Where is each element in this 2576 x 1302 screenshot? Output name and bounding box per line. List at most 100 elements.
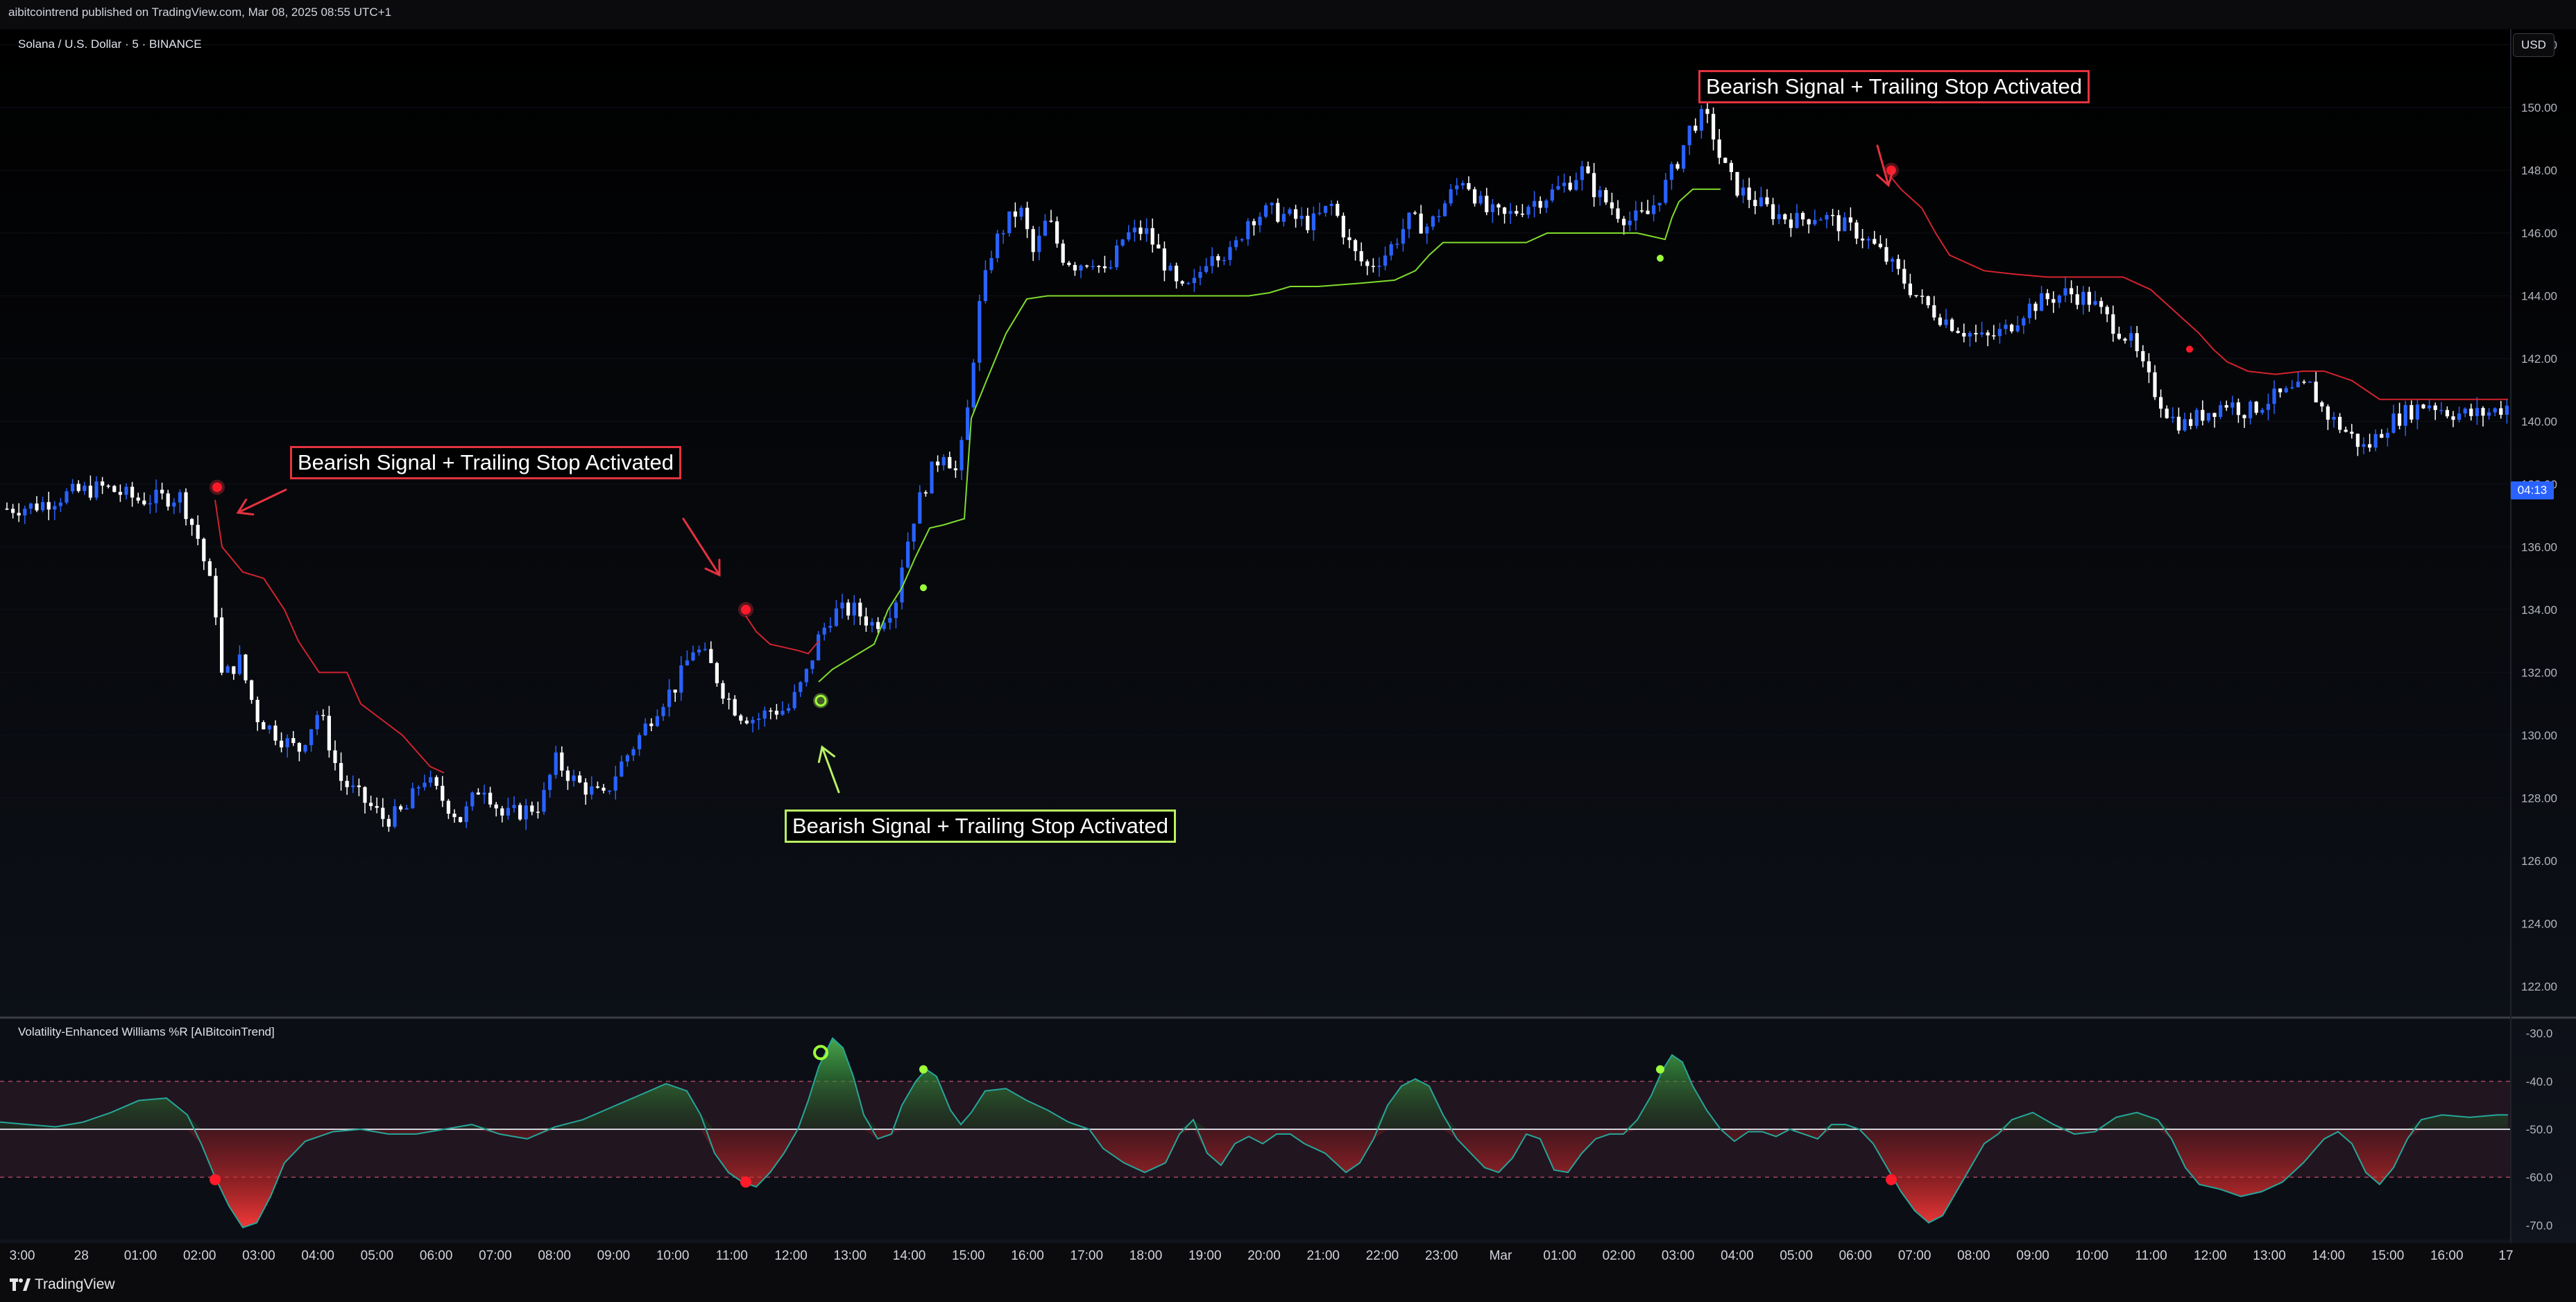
candle-body [870,622,874,626]
time-tick-label: 20:00 [1247,1249,1281,1263]
candle-body [2278,388,2283,393]
candle-body [953,468,957,470]
candle-body [1580,166,1584,180]
candle-body [983,270,987,301]
candle-body [393,806,397,827]
candle-body [727,699,731,700]
annotation-label-2: Bearish Signal + Trailing Stop Activated [785,810,1176,843]
candle-body [691,652,695,661]
candle-body [1818,219,1823,221]
candle-body [1306,216,1310,230]
price-tick-label: 134.00 [2521,603,2557,617]
candle-body [2212,413,2217,418]
candle-body [620,761,624,777]
candle-body [285,738,289,748]
time-tick-label: 05:00 [1780,1249,1813,1263]
candle-body [2433,405,2437,411]
time-tick-label: 17 [2498,1249,2513,1263]
candle-body [595,786,599,788]
candle-body [1145,228,1149,234]
candle-body [2254,402,2258,413]
candle-body [386,819,391,827]
candle-body [65,491,69,503]
candle-body [297,743,301,752]
publisher-bar: aibitcointrend published on TradingView.… [0,0,2576,29]
candle-body [1365,261,1370,266]
candle-body [369,803,373,807]
time-tick-label: 02:00 [1603,1249,1636,1263]
chart-canvas[interactable]: 152.00150.00148.00146.00144.00142.00140.… [0,29,2576,1269]
candle-body [828,626,833,628]
candle-body [1228,247,1232,260]
candle-body [1884,247,1888,262]
candle-body [452,814,457,817]
candle-body [989,258,993,271]
candle-body [1759,197,1763,207]
candle-body [142,500,146,505]
osc-bearish-dot [1886,1174,1897,1185]
candle-body [846,602,851,616]
candle-body [978,300,982,363]
candle-body [1341,216,1345,238]
candle-body [2015,325,2020,332]
osc-bearish-dot [210,1174,221,1185]
candle-body [488,792,493,805]
price-tick-label: 128.00 [2521,791,2557,805]
time-tick-label: 13:00 [834,1249,867,1263]
candle-body [1891,259,1895,262]
candle-body [1610,202,1614,209]
candle-body [2052,299,2056,303]
candle-body [2004,325,2008,329]
osc-bullish-dot [1656,1065,1664,1074]
candle-body [673,689,677,693]
candle-body [184,492,188,520]
time-tick-label: 02:00 [183,1249,216,1263]
candle-body [46,502,51,510]
candle-body [781,710,785,715]
candle-body [1926,296,1930,306]
candle-body [2087,291,2091,305]
candle-body [1288,209,1292,214]
candle-body [1216,256,1220,261]
candle-body [1657,203,1662,205]
candle-body [58,502,62,506]
candle-body [565,770,570,781]
candle-body [2505,405,2509,415]
candle-body [572,775,576,781]
candle-body [2428,405,2432,409]
candle-body [733,699,737,716]
candle-body [1908,283,1912,295]
candle-body [1067,262,1071,266]
candle-body [2224,405,2228,408]
candle-body [2206,413,2210,421]
candle-body [1825,214,1829,220]
annotation-label-1: Bearish Signal + Trailing Stop Activated [290,446,681,479]
countdown-label: 04:13 [2511,481,2554,499]
candle-body [667,689,672,708]
candle-body [446,800,450,814]
candle-body [1628,221,1632,225]
candle-body [1085,265,1089,267]
candle-body [2481,408,2485,416]
candle-body [1753,200,1757,207]
candle-body [2033,303,2038,311]
candle-body [232,666,236,674]
candle-body [1013,211,1017,217]
candle-body [494,804,498,809]
candle-body [267,725,271,730]
candle-body [321,714,325,717]
candle-body [2487,412,2491,416]
candle-body [315,714,319,730]
candle-body [2326,406,2330,420]
candle-body [2445,410,2449,417]
candle-body [2081,291,2085,305]
candle-body [148,503,152,505]
currency-button[interactable]: USD [2513,33,2554,57]
candle-body [1992,335,1996,336]
symbol-title[interactable]: Solana / U.S. Dollar · 5 · BINANCE [18,37,202,51]
candle-body [1574,180,1578,190]
candle-body [2457,413,2462,420]
indicator-title[interactable]: Volatility-Enhanced Williams %R [AIBitco… [18,1025,275,1039]
candle-body [1556,186,1560,190]
candle-body [1515,211,1519,214]
